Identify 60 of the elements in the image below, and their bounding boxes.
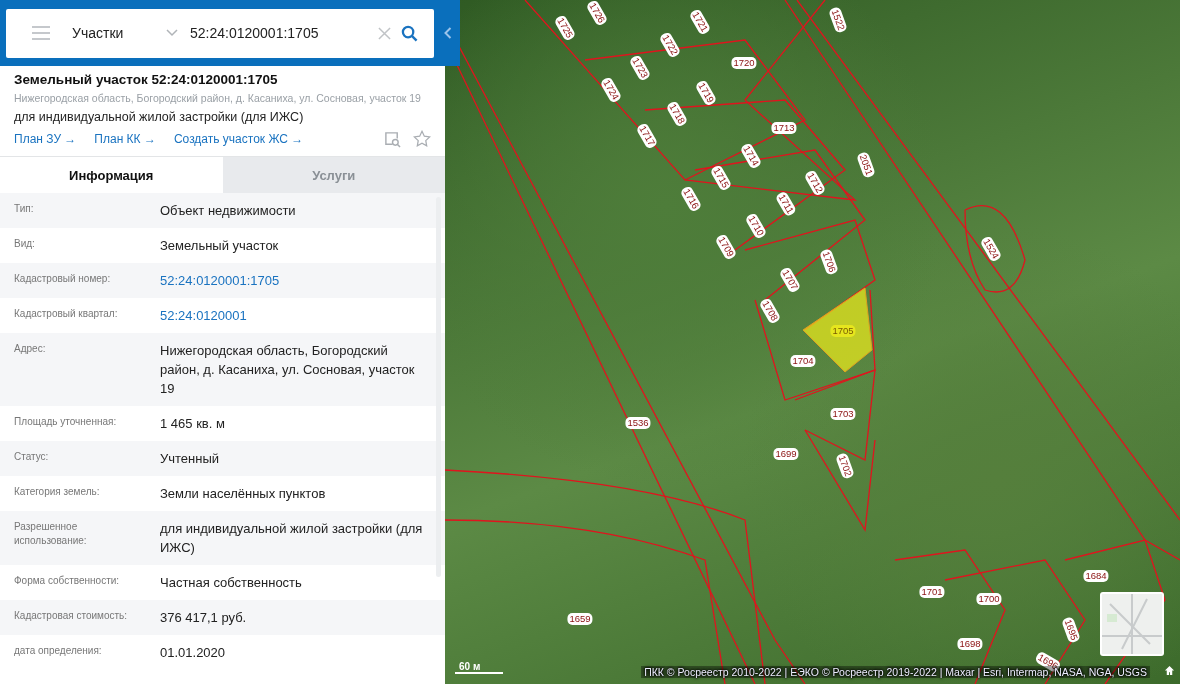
basemap-switcher[interactable] xyxy=(1100,592,1164,656)
star-icon[interactable] xyxy=(413,130,431,148)
field-value: Земли населённых пунктов xyxy=(160,485,327,503)
field-label: Площадь уточненная: xyxy=(14,415,118,429)
parcel-label[interactable]: 1522 xyxy=(828,6,848,34)
parcel-label[interactable]: 1701 xyxy=(919,586,945,598)
field-label: Кадастровый квартал: xyxy=(14,307,119,321)
parcel-label[interactable]: 1706 xyxy=(819,248,839,276)
parcel-label[interactable]: 1699 xyxy=(773,448,799,460)
parcel-label[interactable]: 1659 xyxy=(567,613,593,625)
field-value: 376 417,1 руб. xyxy=(160,609,248,627)
category-dropdown[interactable]: Участки xyxy=(72,25,178,41)
field-label: Разрешенное использование: xyxy=(14,520,88,548)
plan-link[interactable]: Создать участок ЖС → xyxy=(173,132,304,146)
parcel-label[interactable]: 1704 xyxy=(790,355,816,367)
parcel-label[interactable]: 1703 xyxy=(830,408,856,420)
field-label: Кадастровый номер: xyxy=(14,272,112,286)
plan-link[interactable]: План ЗУ → xyxy=(14,132,77,146)
field-value: Объект недвижимости xyxy=(160,202,297,220)
collapse-panel-icon[interactable] xyxy=(444,27,452,39)
field-label: дата определения: xyxy=(14,644,103,658)
parcel-label[interactable]: 1698 xyxy=(957,638,983,650)
clear-icon[interactable] xyxy=(378,26,391,40)
field-value: Земельный участок xyxy=(160,237,280,255)
scale-bar: 60 м xyxy=(455,661,503,674)
object-address: Нижегородская область, Богородский район, д. Касаниха, ул. Сосновая, участок 19 xyxy=(14,93,422,104)
plan-link[interactable]: План КК → xyxy=(94,132,156,146)
parcel-label[interactable]: 1720 xyxy=(731,57,757,69)
field-label: Тип: xyxy=(14,202,35,216)
menu-icon[interactable] xyxy=(32,26,50,40)
field-value: Нижегородская область, Богородский район, д. Касаниха, ул. Сосновая, участок 19 xyxy=(160,342,416,398)
search-icon[interactable] xyxy=(401,24,418,42)
field-label: Адрес: xyxy=(14,342,47,356)
home-icon[interactable] xyxy=(1164,665,1175,676)
search-document-icon[interactable] xyxy=(384,130,401,148)
field-link[interactable]: 52:24:0120001 xyxy=(160,306,428,325)
field-value: для индивидуальной жилой застройки (для ИЖС) xyxy=(160,520,424,557)
field-label: Форма собственности: xyxy=(14,574,121,588)
object-title: Земельный участок 52:24:0120001:1705 xyxy=(14,72,279,87)
parcel-label[interactable]: 1702 xyxy=(835,452,855,480)
parcel-label[interactable]: 1695 xyxy=(1061,616,1081,644)
field-link[interactable]: 52:24:0120001:1705 xyxy=(160,271,428,290)
parcel-label[interactable]: 2051 xyxy=(856,151,876,179)
satellite-map[interactable] xyxy=(445,0,1180,684)
parcel-label[interactable]: 1705 xyxy=(830,325,856,337)
street-map-thumbnail xyxy=(1102,594,1162,654)
chevron-down-icon xyxy=(166,29,178,37)
parcel-label[interactable]: 1536 xyxy=(625,417,651,429)
field-value: Учтенный xyxy=(160,450,221,468)
field-value: 1 465 кв. м xyxy=(160,415,226,433)
field-label: Кадастровая стоимость: xyxy=(14,609,129,623)
field-label: Статус: xyxy=(14,450,50,464)
parcel-label[interactable]: 1700 xyxy=(976,593,1002,605)
parcel-label[interactable]: 1713 xyxy=(771,122,797,134)
object-purpose: для индивидуальной жилой застройки (для ИЖС) xyxy=(14,110,305,124)
field-label: Категория земель: xyxy=(14,485,101,499)
field-label: Вид: xyxy=(14,237,36,251)
field-value: 01.01.2020 xyxy=(160,644,227,662)
field-value: Частная собственность xyxy=(160,574,303,592)
parcel-label[interactable]: 1684 xyxy=(1083,570,1109,582)
